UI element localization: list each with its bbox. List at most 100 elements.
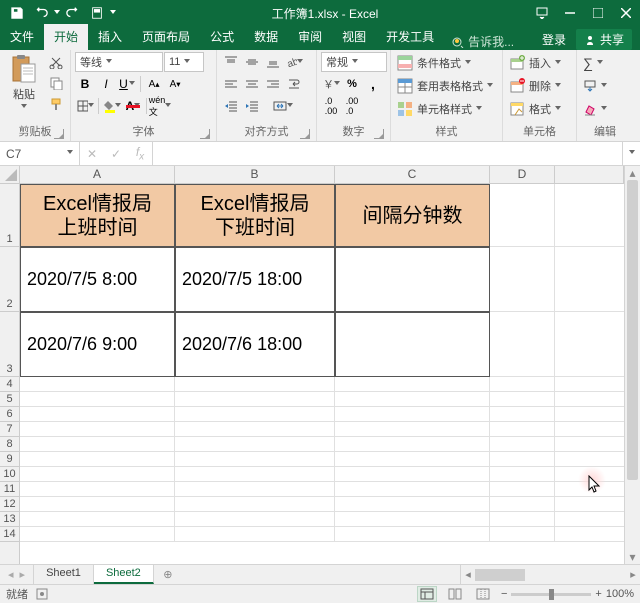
align-right-icon[interactable] [263, 74, 283, 94]
clipboard-launcher-icon[interactable] [54, 129, 64, 139]
page-layout-view-icon[interactable] [445, 586, 465, 602]
page-break-view-icon[interactable] [473, 586, 493, 602]
row-header-1[interactable]: 1 [0, 184, 19, 247]
tab-page-layout[interactable]: 页面布局 [132, 24, 200, 50]
cell-C1[interactable]: 间隔分钟数 [335, 184, 490, 247]
tab-home[interactable]: 开始 [44, 24, 88, 50]
bold-icon[interactable]: B [75, 74, 95, 94]
touch-mode-icon[interactable] [86, 2, 108, 24]
tab-developer[interactable]: 开发工具 [376, 24, 444, 50]
maximize-icon[interactable] [584, 0, 612, 26]
col-header-A[interactable]: A [20, 166, 175, 183]
col-header-B[interactable]: B [175, 166, 335, 183]
row-header-14[interactable]: 14 [0, 527, 19, 542]
merge-center-icon[interactable] [263, 96, 303, 116]
redo-icon[interactable] [62, 2, 84, 24]
borders-icon[interactable] [75, 96, 95, 116]
align-left-icon[interactable] [221, 74, 241, 94]
horizontal-scrollbar[interactable]: ◂▸ [460, 565, 640, 584]
paste-button[interactable]: 粘贴 [4, 52, 44, 113]
row-header-6[interactable]: 6 [0, 407, 19, 422]
row-header-12[interactable]: 12 [0, 497, 19, 512]
number-format-combo[interactable]: 常规 [321, 52, 387, 72]
cell-B2[interactable]: 2020/7/5 18:00 [175, 247, 335, 312]
cell-C2[interactable] [335, 247, 490, 312]
align-center-icon[interactable] [242, 74, 262, 94]
row-header-3[interactable]: 3 [0, 312, 19, 377]
italic-icon[interactable]: I [96, 74, 116, 94]
col-header-C[interactable]: C [335, 166, 490, 183]
row-header-5[interactable]: 5 [0, 392, 19, 407]
cell-A3[interactable]: 2020/7/6 9:00 [20, 312, 175, 377]
row-header-9[interactable]: 9 [0, 452, 19, 467]
row-header-2[interactable]: 2 [0, 247, 19, 312]
clear-button[interactable] [581, 98, 609, 120]
cells-area[interactable]: Excel情报局上班时间Excel情报局下班时间间隔分钟数 2020/7/5 8:… [20, 184, 624, 564]
increase-decimal-icon[interactable]: .0.00 [321, 96, 341, 116]
row-header-10[interactable]: 10 [0, 467, 19, 482]
font-size-combo[interactable]: 11 [164, 52, 204, 72]
orientation-icon[interactable]: ab [284, 52, 304, 72]
insert-cells-button[interactable]: 插入 [507, 52, 572, 74]
tab-view[interactable]: 视图 [332, 24, 376, 50]
column-headers[interactable]: ABCD [20, 166, 624, 184]
number-launcher-icon[interactable] [374, 129, 384, 139]
tab-file[interactable]: 文件 [0, 24, 44, 50]
copy-icon[interactable] [46, 73, 66, 93]
align-bottom-icon[interactable] [263, 52, 283, 72]
fx-icon[interactable]: fx [128, 145, 152, 162]
login-link[interactable]: 登录 [542, 31, 566, 48]
percent-icon[interactable]: % [342, 74, 362, 94]
undo-icon[interactable] [30, 2, 52, 24]
expand-formula-bar-icon[interactable] [622, 142, 640, 165]
align-top-icon[interactable] [221, 52, 241, 72]
col-header-D[interactable]: D [490, 166, 555, 183]
format-cells-button[interactable]: 格式 [507, 98, 572, 120]
fill-button[interactable] [581, 75, 609, 97]
row-headers[interactable]: 1234567891011121314 [0, 184, 20, 564]
cell-styles-button[interactable]: 单元格样式 [395, 98, 498, 120]
cell-B3[interactable]: 2020/7/6 18:00 [175, 312, 335, 377]
align-launcher-icon[interactable] [300, 129, 310, 139]
increase-indent-icon[interactable] [242, 96, 262, 116]
phonetic-icon[interactable]: wén文 [150, 96, 170, 116]
font-color-icon[interactable]: A [123, 96, 143, 116]
format-painter-icon[interactable] [46, 94, 66, 114]
formula-input[interactable] [153, 142, 622, 165]
name-box[interactable]: C7 [0, 142, 80, 165]
tab-insert[interactable]: 插入 [88, 24, 132, 50]
row-header-11[interactable]: 11 [0, 482, 19, 497]
comma-icon[interactable]: , [363, 74, 383, 94]
underline-icon[interactable]: U [117, 74, 137, 94]
cell-B1[interactable]: Excel情报局下班时间 [175, 184, 335, 247]
sheet-tab-2[interactable]: Sheet2 [94, 565, 154, 584]
decrease-decimal-icon[interactable]: .00.0 [342, 96, 362, 116]
increase-font-icon[interactable]: A▴ [144, 74, 164, 94]
format-as-table-button[interactable]: 套用表格格式 [395, 75, 498, 97]
row-header-8[interactable]: 8 [0, 437, 19, 452]
tab-data[interactable]: 数据 [244, 24, 288, 50]
accounting-format-icon[interactable]: ￥ [321, 74, 341, 94]
cell-A2[interactable]: 2020/7/5 8:00 [20, 247, 175, 312]
cell-A1[interactable]: Excel情报局上班时间 [20, 184, 175, 247]
ribbon-options-icon[interactable] [528, 0, 556, 26]
share-button[interactable]: 共享 [576, 29, 632, 50]
select-all-button[interactable] [0, 166, 20, 184]
tell-me-search[interactable]: 告诉我... [444, 33, 522, 50]
vertical-scrollbar[interactable]: ▴ ▾ [624, 166, 640, 564]
decrease-indent-icon[interactable] [221, 96, 241, 116]
zoom-control[interactable]: −+ 100% [501, 588, 634, 600]
tab-formulas[interactable]: 公式 [200, 24, 244, 50]
align-middle-icon[interactable] [242, 52, 262, 72]
row-header-4[interactable]: 4 [0, 377, 19, 392]
delete-cells-button[interactable]: 删除 [507, 75, 572, 97]
decrease-font-icon[interactable]: A▾ [165, 74, 185, 94]
close-icon[interactable] [612, 0, 640, 26]
save-icon[interactable] [6, 2, 28, 24]
font-launcher-icon[interactable] [200, 129, 210, 139]
cut-icon[interactable] [46, 52, 66, 72]
normal-view-icon[interactable] [417, 586, 437, 602]
row-header-7[interactable]: 7 [0, 422, 19, 437]
wrap-text-icon[interactable] [284, 74, 304, 94]
conditional-formatting-button[interactable]: 条件格式 [395, 52, 498, 74]
